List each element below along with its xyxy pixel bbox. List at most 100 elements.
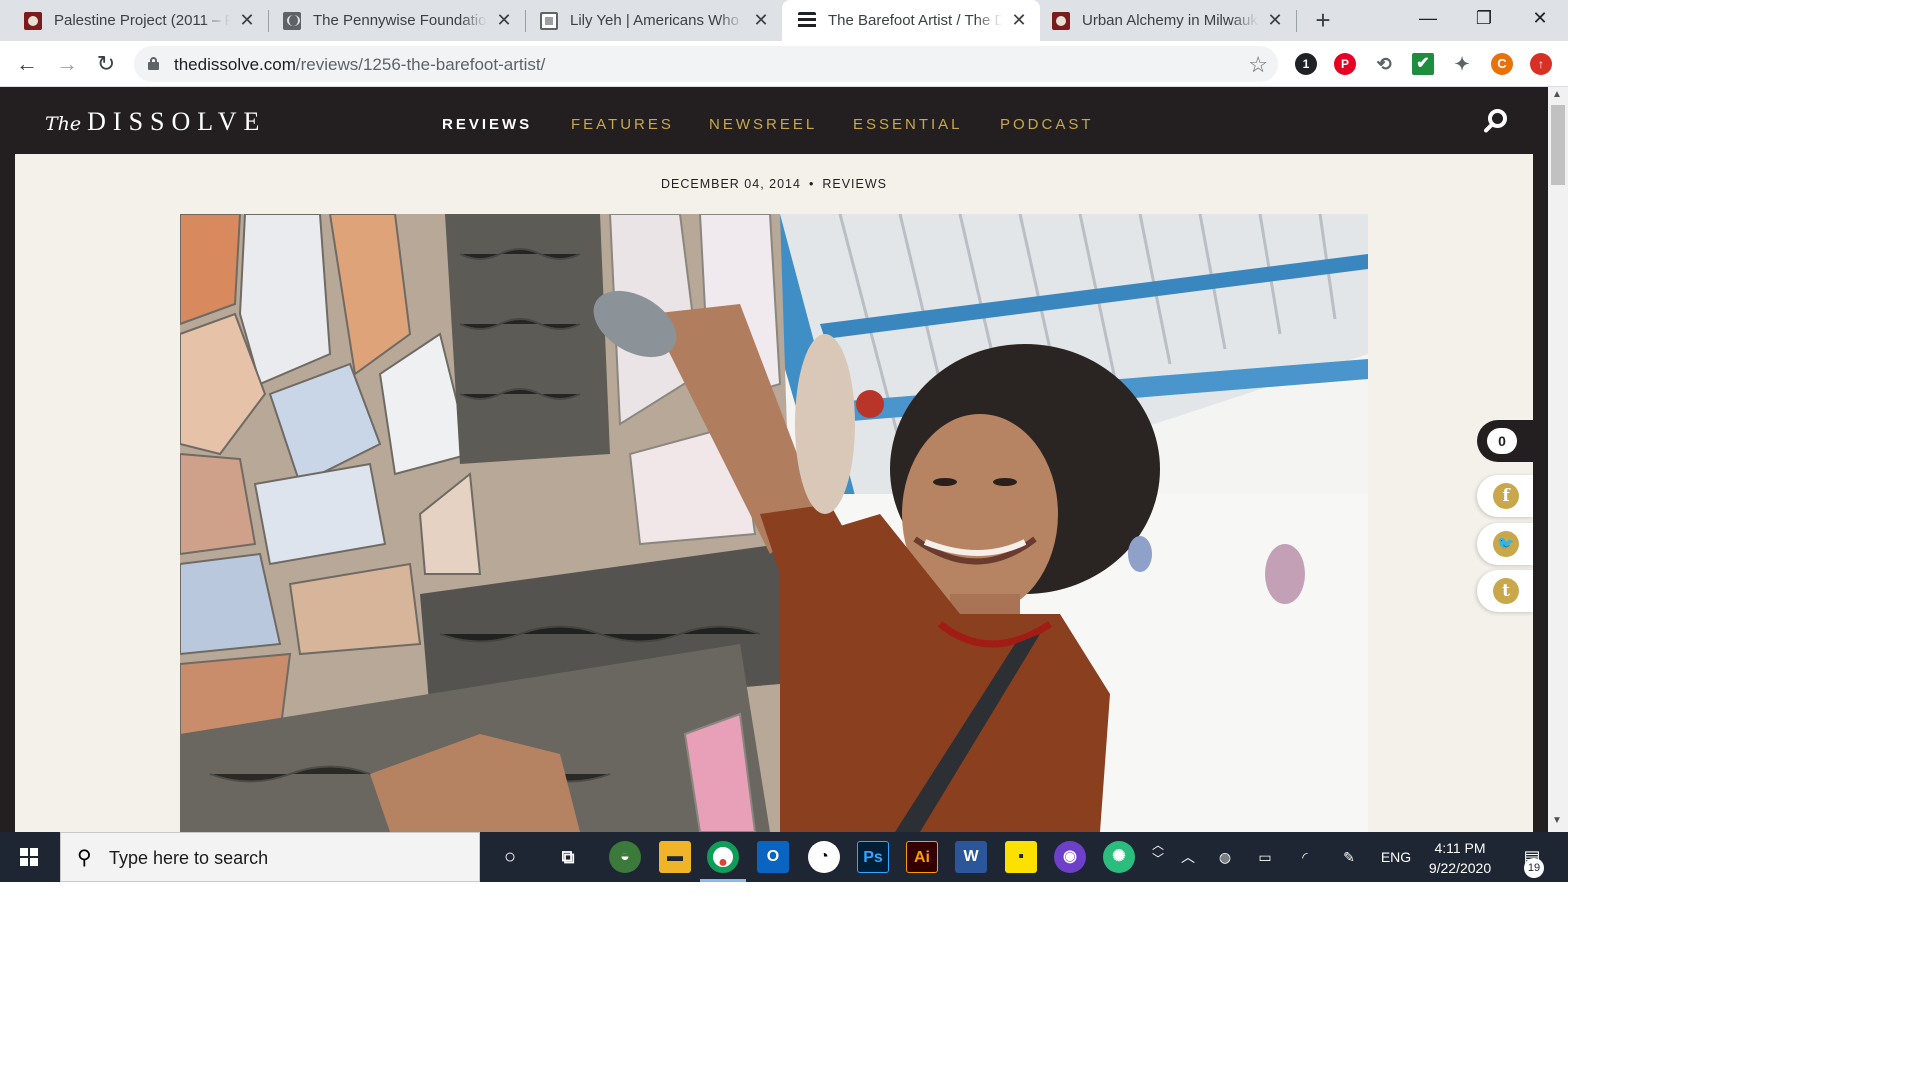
nav-podcast[interactable]: PODCAST [1000,116,1094,133]
site-header: The DISSOLVE REVIEWS FEATURES NEWSREEL E… [0,87,1548,154]
taskbar-clock[interactable]: 4:11 PM 9/22/2020 [1420,838,1500,878]
scroll-down-arrow-icon[interactable]: ▼ [1552,815,1562,826]
tab-title: Lily Yeh | Americans Who Te [570,12,744,29]
search-placeholder: Type here to search [109,848,269,868]
wifi-icon[interactable]: ◜ [1292,832,1318,882]
chrome-icon[interactable]: ● [707,841,739,873]
nav-essential[interactable]: ESSENTIAL [853,116,963,133]
puzzle-icon[interactable]: ✦ [1451,53,1473,75]
url-path: /reviews/1256-the-barefoot-artist/ [295,55,546,74]
taskbar-scroll-arrows-icon[interactable]: ︿ ﹀ [1148,832,1168,882]
tumblr-icon: t [1493,578,1519,604]
atom-icon[interactable]: ✺ [1103,841,1135,873]
globe-icon [283,11,301,30]
chat-app-icon[interactable]: ◔ [808,841,840,873]
url-domain: thedissolve.com [174,55,296,74]
minimize-button[interactable]: — [1400,0,1456,36]
restore-button[interactable]: ❐ [1456,0,1512,36]
photoshop-icon[interactable]: Ps [857,841,889,873]
search-icon[interactable] [1483,109,1509,135]
facebook-icon: f [1493,483,1519,509]
comment-count-button[interactable]: 0 [1477,420,1533,462]
red-seal-icon [1052,11,1070,30]
clock-date: 9/22/2020 [1428,860,1492,876]
tab-urban-alchemy[interactable]: Urban Alchemy in Milwauke ✕ [1040,0,1296,41]
close-icon[interactable]: ✕ [495,10,513,31]
start-button[interactable] [0,832,58,882]
page-border-left [0,154,15,832]
tab-barefoot-artist[interactable]: The Barefoot Artist / The Di ✕ [782,0,1040,41]
pen-icon[interactable]: ✎ [1336,832,1362,882]
article-meta: DECEMBER 04, 2014 • REVIEWS [0,177,1548,191]
new-tab-button[interactable]: + [1308,4,1338,36]
task-view-icon[interactable]: ⧉ [552,841,584,873]
tab-title: The Barefoot Artist / The Di [828,12,1002,29]
share-extension-icon[interactable]: ⟲ [1373,53,1395,75]
red-seal-icon [24,11,42,30]
active-app-indicator [700,879,746,882]
close-icon[interactable]: ✕ [238,10,256,31]
taskbar-search-box[interactable]: ⚲ Type here to search [60,832,480,882]
tab-palestine-project[interactable]: Palestine Project (2011 – Pr ✕ [0,0,268,41]
close-window-button[interactable]: ✕ [1512,0,1568,36]
twitter-bird-icon: 🐦 [1493,531,1519,557]
nav-features[interactable]: FEATURES [571,116,674,133]
github-icon[interactable]: ◉ [1054,841,1086,873]
cortana-icon[interactable]: ○ [494,841,526,873]
color-app-tray-icon[interactable]: ◍ [1212,832,1238,882]
outlook-icon[interactable]: O [757,841,789,873]
browser-toolbar: ← → ↻ thedissolve.com/reviews/1256-the-b… [0,41,1568,87]
close-icon[interactable]: ✕ [752,10,770,31]
show-hidden-icons-chevron-icon[interactable]: ︿ [1176,832,1200,882]
word-icon[interactable]: W [955,841,987,873]
share-facebook-button[interactable]: f [1477,475,1533,517]
checkmark-extension-icon[interactable]: ✔ [1412,53,1434,75]
url-text[interactable]: thedissolve.com/reviews/1256-the-barefoo… [174,55,545,75]
update-icon[interactable]: ↑ [1530,53,1552,75]
profile-avatar[interactable]: C [1491,53,1513,75]
logo-the: The [45,113,82,135]
illustrator-icon[interactable]: Ai [906,841,938,873]
pinterest-icon[interactable]: P [1334,53,1356,75]
lock-icon[interactable] [148,57,159,70]
photos-app-icon[interactable]: ◒ [609,841,641,873]
battery-icon[interactable]: ▭ [1252,832,1278,882]
lines-icon [798,11,816,30]
clock-time: 4:11 PM [1434,840,1486,856]
page-viewport: The DISSOLVE REVIEWS FEATURES NEWSREEL E… [0,87,1548,832]
tab-lily-yeh[interactable]: Lily Yeh | Americans Who Te ✕ [514,0,782,41]
windows-taskbar: ⚲ Type here to search ○ ⧉ ◒ ▬ ● O ◔ Ps A… [0,832,1568,882]
tab-strip: Palestine Project (2011 – Pr ✕ The Penny… [0,0,1568,41]
tab-title: Palestine Project (2011 – Pr [54,12,230,29]
page-scrollbar[interactable]: ▲ ▼ [1548,87,1568,832]
nav-newsreel[interactable]: NEWSREEL [709,116,817,133]
scroll-up-arrow-icon[interactable]: ▲ [1552,89,1562,100]
nav-reviews[interactable]: REVIEWS [442,116,532,133]
tab-title: The Pennywise Foundation [313,12,487,29]
close-icon[interactable]: ✕ [1010,10,1028,31]
notification-count-badge: 19 [1524,858,1544,878]
comment-count: 0 [1487,428,1517,454]
language-indicator[interactable]: ENG [1376,832,1416,882]
article-category[interactable]: REVIEWS [822,177,887,191]
share-tumblr-button[interactable]: t [1477,570,1533,612]
reload-button[interactable]: ↻ [91,49,121,79]
forward-button[interactable]: → [52,49,82,79]
close-icon[interactable]: ✕ [1266,10,1284,31]
frame-icon [540,11,558,30]
bookmark-star-icon[interactable]: ☆ [1248,52,1268,78]
page-border-right [1533,154,1548,832]
tab-divider [1296,10,1297,32]
search-icon: ⚲ [77,847,92,869]
tab-title: Urban Alchemy in Milwauke [1082,12,1258,29]
address-bar[interactable]: thedissolve.com/reviews/1256-the-barefoo… [134,46,1278,82]
file-explorer-icon[interactable]: ▬ [659,841,691,873]
extension-badge-icon[interactable]: 1 [1295,53,1317,75]
share-twitter-button[interactable]: 🐦 [1477,523,1533,565]
tab-pennywise-foundation[interactable]: The Pennywise Foundation ✕ [257,0,525,41]
sticky-notes-icon[interactable]: ▪ [1005,841,1037,873]
scrollbar-thumb[interactable] [1551,105,1565,185]
meta-separator: • [808,177,815,191]
site-logo[interactable]: The DISSOLVE [45,107,266,137]
back-button[interactable]: ← [12,49,42,79]
